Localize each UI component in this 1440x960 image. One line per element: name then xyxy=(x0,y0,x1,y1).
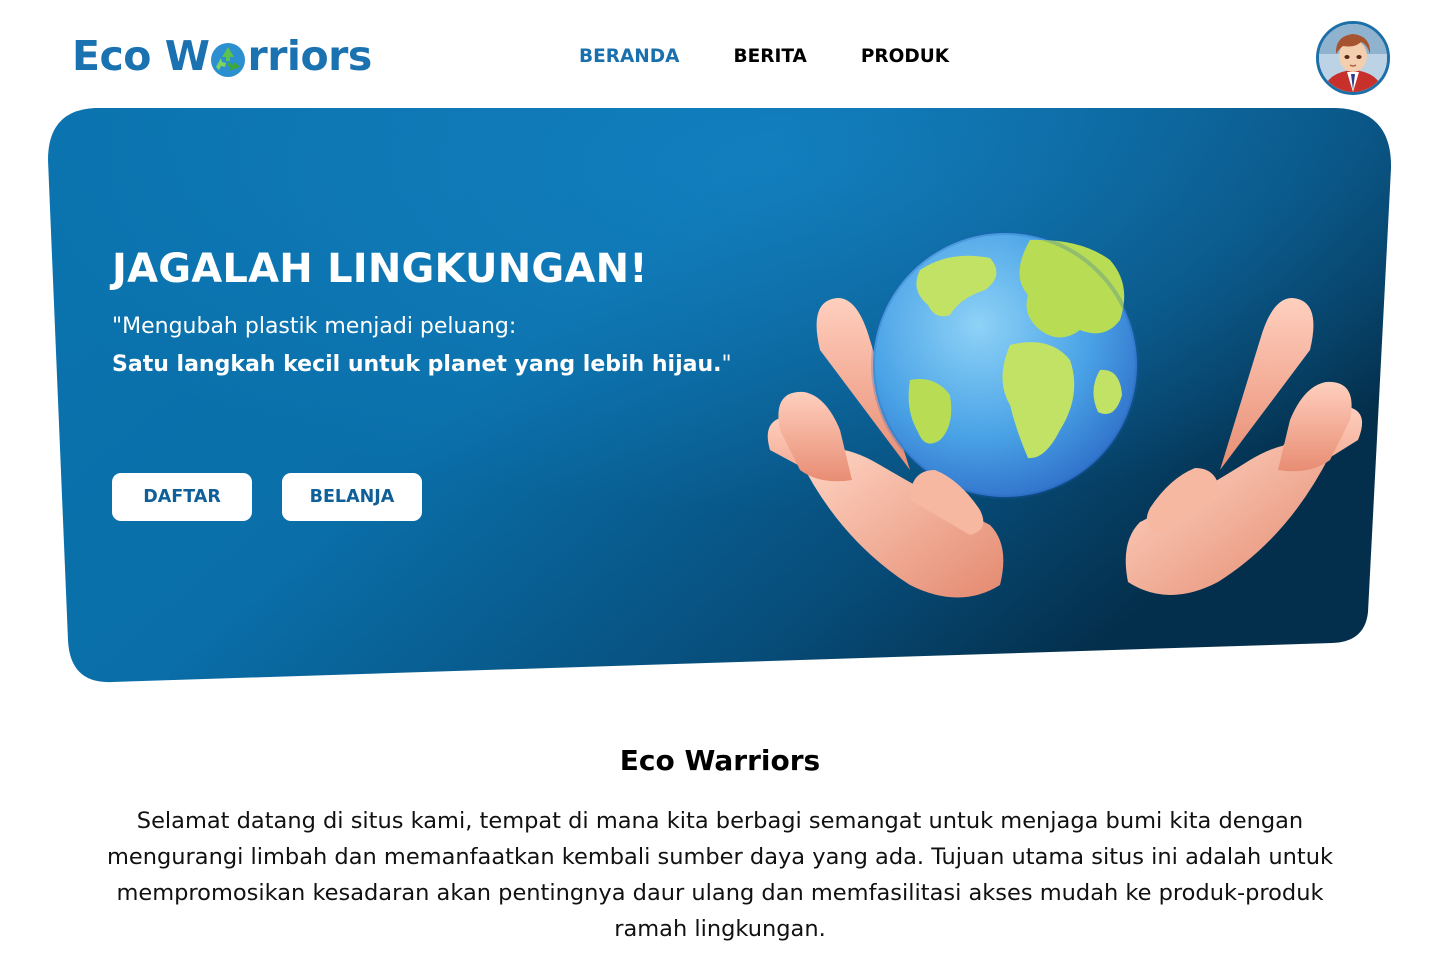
hero-title: JAGALAH LINGKUNGAN! xyxy=(112,246,648,292)
about-description: Selamat datang di situs kami, tempat di … xyxy=(106,808,1334,942)
hands-holding-globe-illustration xyxy=(767,231,1363,598)
hero-quote-close: " xyxy=(721,352,732,377)
hero-quote-line-2: Satu langkah kecil untuk planet yang leb… xyxy=(112,352,732,377)
hero-quote-line-2-text: Satu langkah kecil untuk planet yang leb… xyxy=(112,352,722,377)
hero-section: JAGALAH LINGKUNGAN! "Mengubah plastik me… xyxy=(0,0,1440,700)
hero-quote-line-1: "Mengubah plastik menjadi peluang: xyxy=(112,314,517,339)
about-title: Eco Warriors xyxy=(619,744,821,777)
register-button[interactable]: DAFTAR xyxy=(112,473,252,521)
shop-button[interactable]: BELANJA xyxy=(282,473,422,521)
